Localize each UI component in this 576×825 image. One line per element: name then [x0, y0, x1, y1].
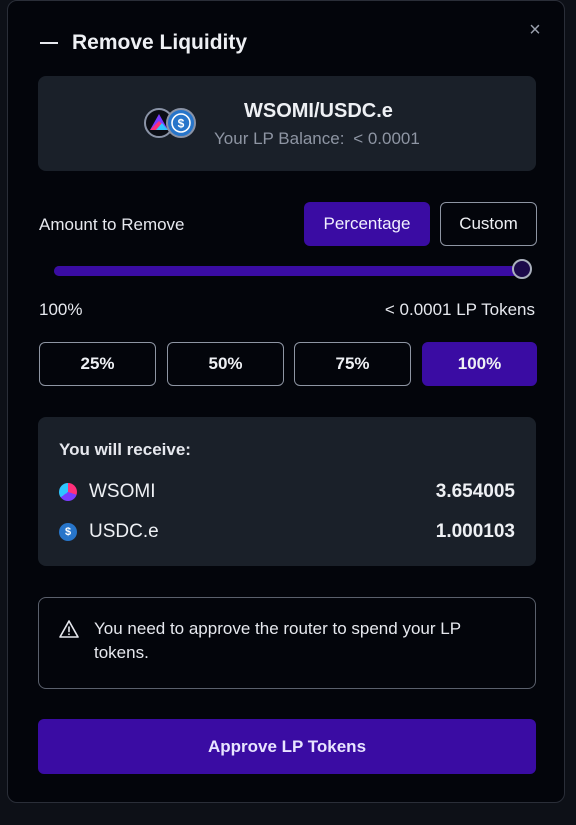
- slider-fill: [54, 266, 522, 276]
- receive-row-usdc: $ USDC.e 1.000103: [59, 520, 515, 544]
- token-symbol: WSOMI: [89, 481, 156, 502]
- percent-value: 100%: [39, 300, 83, 319]
- modal-header: Remove Liquidity: [40, 31, 247, 55]
- token-symbol: USDC.e: [89, 521, 159, 542]
- lp-tokens-value: < 0.0001 LP Tokens: [384, 300, 535, 319]
- token-amount: 1.000103: [435, 521, 515, 542]
- percentage-mode-button[interactable]: Percentage: [304, 202, 430, 246]
- custom-mode-button[interactable]: Custom: [440, 202, 537, 246]
- svg-text:$: $: [178, 117, 185, 131]
- wsomi-icon: [59, 483, 77, 501]
- pair-icons: $: [144, 108, 200, 140]
- modal: × Remove Liquidity $ WSOMI/USDC.e Your L…: [7, 0, 565, 803]
- slider-handle[interactable]: [512, 259, 532, 279]
- pair-card: $ WSOMI/USDC.e Your LP Balance: < 0.0001: [38, 76, 536, 171]
- approval-warning: You need to approve the router to spend …: [38, 597, 536, 689]
- quick-100-button[interactable]: 100%: [422, 342, 537, 386]
- warning-triangle-icon: [59, 620, 79, 638]
- amount-slider[interactable]: [54, 259, 532, 279]
- usdc-icon: $: [59, 523, 77, 541]
- lp-balance-label: Your LP Balance:: [214, 129, 345, 148]
- receive-row-wsomi: WSOMI 3.654005: [59, 480, 515, 504]
- lp-balance-value: < 0.0001: [353, 129, 420, 148]
- warning-text: You need to approve the router to spend …: [94, 619, 461, 662]
- modal-title: Remove Liquidity: [72, 31, 248, 54]
- close-icon[interactable]: ×: [526, 20, 544, 40]
- quick-75-button[interactable]: 75%: [294, 342, 411, 386]
- lp-balance: Your LP Balance: < 0.0001: [214, 129, 420, 149]
- minus-icon: [40, 42, 58, 44]
- receive-card: You will receive: WSOMI 3.654005 $ USDC.…: [38, 417, 536, 566]
- receive-title: You will receive:: [59, 440, 191, 459]
- amount-label: Amount to Remove: [39, 215, 185, 234]
- approve-lp-tokens-button[interactable]: Approve LP Tokens: [38, 719, 536, 774]
- quick-50-button[interactable]: 50%: [167, 342, 284, 386]
- pair-name: WSOMI/USDC.e: [244, 100, 393, 122]
- usdc-icon: $: [166, 108, 196, 138]
- quick-25-button[interactable]: 25%: [39, 342, 156, 386]
- token-amount: 3.654005: [435, 481, 515, 502]
